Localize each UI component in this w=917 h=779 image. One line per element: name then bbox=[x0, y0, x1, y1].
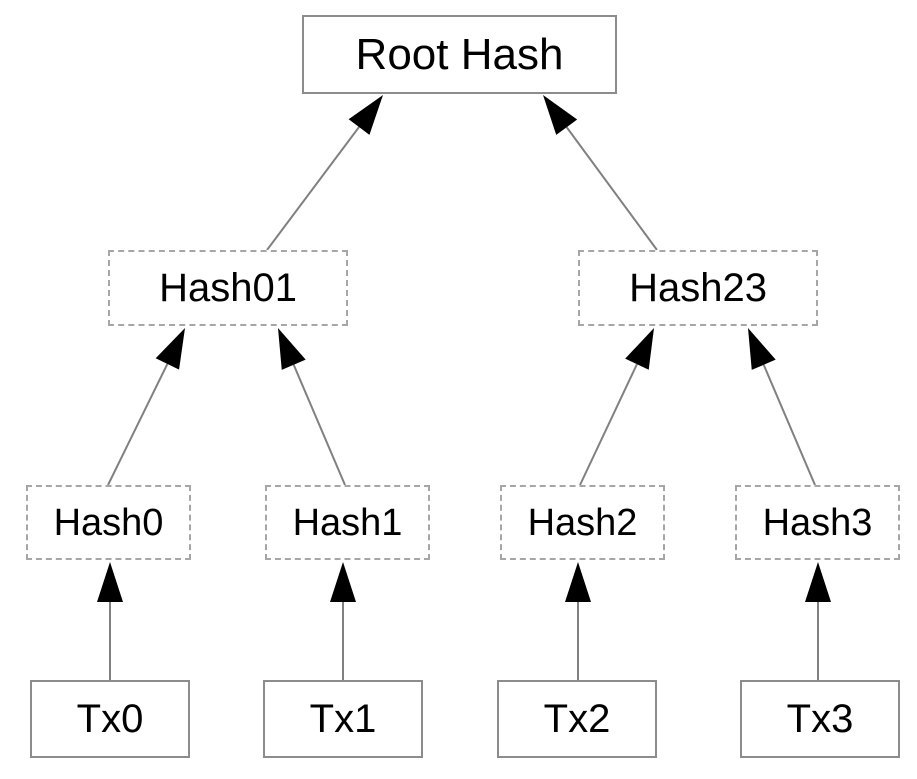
edge-hash01-to-root-line bbox=[266, 126, 360, 251]
node-tx2[interactable]: Tx2 bbox=[497, 680, 657, 758]
node-tx0-label: Tx0 bbox=[76, 697, 144, 741]
node-hash2[interactable]: Hash2 bbox=[500, 485, 665, 560]
node-hash0-label: Hash0 bbox=[53, 501, 164, 544]
edge-hash1-to-hash01-line bbox=[292, 364, 346, 486]
node-hash01-label: Hash01 bbox=[159, 266, 297, 310]
node-root-hash-label: Root Hash bbox=[355, 29, 564, 79]
edge-tx2-to-hash2-arrowhead-icon bbox=[565, 562, 591, 602]
node-hash01[interactable]: Hash01 bbox=[108, 250, 348, 326]
merkle-tree-diagram: Root Hash Hash01 Hash23 Hash0 Hash1 Hash… bbox=[0, 0, 917, 779]
node-root-hash[interactable]: Root Hash bbox=[302, 15, 617, 94]
node-tx1[interactable]: Tx1 bbox=[263, 680, 423, 758]
node-tx3-label: Tx3 bbox=[786, 697, 854, 741]
edge-hash2-to-hash23-arrowhead-icon bbox=[625, 328, 654, 370]
node-hash3-label: Hash3 bbox=[762, 501, 873, 544]
node-tx2-label: Tx2 bbox=[543, 697, 611, 741]
edge-hash1-to-hash01-arrowhead-icon bbox=[278, 328, 306, 370]
node-hash3[interactable]: Hash3 bbox=[735, 485, 900, 560]
node-tx0[interactable]: Tx0 bbox=[30, 680, 190, 758]
node-tx1-label: Tx1 bbox=[309, 697, 377, 741]
node-hash1[interactable]: Hash1 bbox=[265, 485, 430, 560]
node-hash23-label: Hash23 bbox=[629, 266, 767, 310]
node-hash23[interactable]: Hash23 bbox=[578, 250, 818, 326]
edge-layer bbox=[97, 95, 831, 680]
edge-tx1-to-hash1-arrowhead-icon bbox=[330, 562, 356, 602]
edge-hash3-to-hash23-line bbox=[762, 364, 816, 486]
edge-hash23-to-root-arrowhead-icon bbox=[543, 95, 578, 135]
edge-tx0-to-hash0-arrowhead-icon bbox=[97, 562, 123, 602]
edge-tx3-to-hash3-arrowhead-icon bbox=[805, 562, 831, 602]
edge-hash23-to-root-line bbox=[565, 126, 658, 251]
edge-hash0-to-hash01-arrowhead-icon bbox=[155, 328, 185, 370]
edge-hash3-to-hash23-arrowhead-icon bbox=[748, 328, 776, 370]
node-hash1-label: Hash1 bbox=[292, 501, 403, 544]
edge-hash0-to-hash01-line bbox=[107, 363, 169, 486]
edge-hash01-to-root-arrowhead-icon bbox=[348, 95, 383, 135]
node-tx3[interactable]: Tx3 bbox=[740, 680, 900, 758]
edge-hash2-to-hash23-line bbox=[579, 363, 638, 486]
node-hash0[interactable]: Hash0 bbox=[26, 485, 191, 560]
node-hash2-label: Hash2 bbox=[527, 501, 638, 544]
